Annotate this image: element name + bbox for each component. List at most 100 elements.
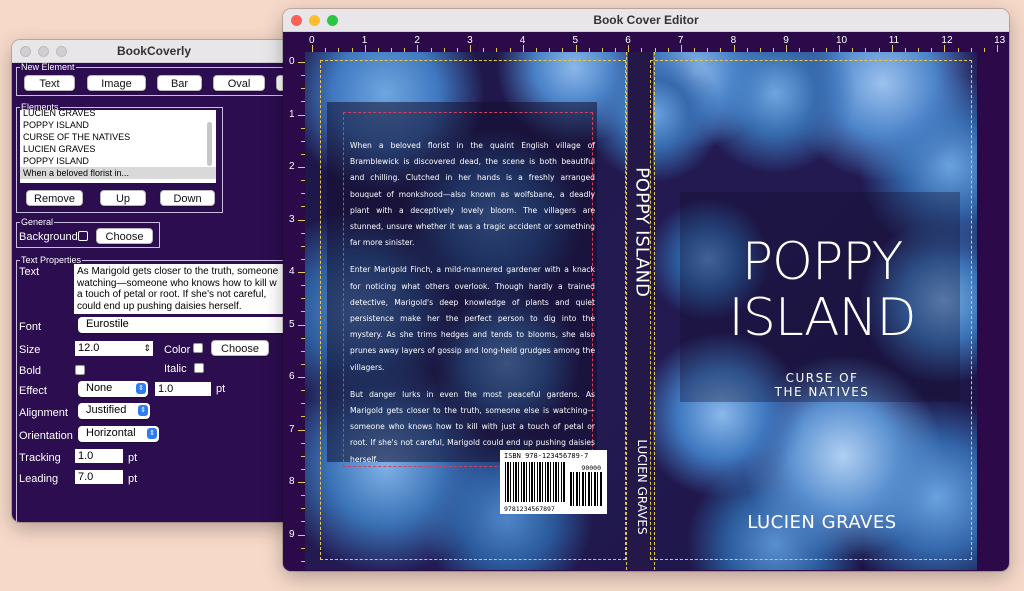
elements-scrollbar[interactable] (207, 122, 212, 166)
ruler-left: 0 1 2 3 4 5 6 7 8 9 (283, 32, 305, 571)
new-oval-button[interactable]: Oval (213, 75, 265, 91)
ruler-top-number: 11 (888, 35, 900, 46)
price-code: 90000 (581, 464, 601, 472)
new-element-legend: New Element (21, 62, 75, 72)
ruler-left-number: 7 (289, 423, 295, 435)
leading-unit: pt (128, 473, 138, 485)
text-color-swatch[interactable] (193, 343, 203, 353)
alignment-label: Alignment (19, 407, 68, 419)
front-title[interactable]: POPPY ISLAND (683, 234, 961, 346)
leading-field[interactable]: 7.0 (75, 470, 123, 484)
new-bar-button[interactable]: Bar (157, 75, 202, 91)
barcode-bars (505, 462, 565, 502)
spine-author[interactable]: LUCIEN GRAVES (627, 422, 657, 552)
front-title-line: POPPY (741, 232, 904, 292)
back-cover-blurb[interactable]: When a beloved florist in the quaint Eng… (350, 138, 595, 479)
ruler-tick (680, 45, 682, 52)
front-subtitle-line: CURSE OF (785, 371, 859, 385)
barcode-number: 9781234567897 (504, 505, 555, 513)
list-item[interactable]: CURSE OF THE NATIVES (20, 131, 216, 143)
bold-checkbox[interactable] (75, 365, 85, 375)
front-author[interactable]: LUCIEN GRAVES (683, 512, 961, 533)
panel-title: BookCoverly (116, 44, 192, 58)
effect-unit: pt (216, 383, 226, 395)
ruler-tick (298, 219, 305, 221)
ruler-left-number: 0 (289, 56, 295, 67)
list-item[interactable]: LUCIEN GRAVES (20, 143, 216, 155)
front-subtitle[interactable]: CURSE OF THE NATIVES (683, 371, 961, 399)
text-properties-legend: Text Properties (21, 255, 82, 265)
new-text-button[interactable]: Text (24, 75, 75, 91)
size-stepper-icon[interactable]: ⇕ (143, 341, 151, 355)
ruler-left-number: 6 (289, 371, 295, 382)
ruler-tick (628, 45, 630, 52)
text-color-choose-button[interactable]: Choose (211, 340, 269, 356)
text-line: a touch of petal or root. If she's not c… (77, 289, 267, 300)
ruler-tick (997, 45, 999, 52)
size-field[interactable]: 12.0 ⇕ (75, 341, 153, 356)
ruler-left-number: 4 (289, 266, 295, 277)
list-item[interactable]: POPPY ISLAND (20, 119, 216, 131)
isbn-text: ISBN 978-123456789-7 (504, 452, 589, 460)
spine-author-text: LUCIEN GRAVES (635, 439, 649, 535)
text-line: could end up pushing daisies herself. (77, 300, 242, 312)
text-content-area[interactable]: As Marigold gets closer to the truth, so… (74, 264, 292, 314)
font-select[interactable]: Eurostile (78, 317, 292, 333)
ruler-tick (298, 482, 305, 483)
move-up-button[interactable]: Up (100, 190, 146, 206)
remove-button[interactable]: Remove (26, 190, 83, 206)
ruler-tick (298, 272, 305, 273)
chevron-updown-icon: ⇕ (136, 383, 146, 394)
ruler-left-number: 9 (289, 528, 295, 540)
list-item[interactable]: POPPY ISLAND (20, 155, 216, 167)
spine-title[interactable]: POPPY ISLAND (627, 132, 657, 332)
book-cover-editor-window: Book Cover Editor 0 1 2 3 4 5 6 7 8 9 10 11 12 13 012… (283, 9, 1009, 571)
size-label: Size (19, 344, 41, 356)
ruler-tick (298, 167, 305, 168)
ruler-tick (786, 45, 788, 52)
tracking-field[interactable]: 1.0 (75, 449, 123, 463)
ruler-left-number: 3 (289, 213, 295, 225)
bookcoverly-window: BookCoverly New Element Text Image Bar O… (12, 40, 296, 522)
cover-canvas[interactable]: 0 1 2 3 4 5 6 7 8 9 10 11 12 13 0123456789 When a bel… (283, 32, 1009, 571)
background-choose-button[interactable]: Choose (96, 228, 153, 244)
orientation-select[interactable]: Horizontal ⇕ (78, 426, 159, 442)
effect-label: Effect (19, 385, 47, 397)
text-line: As Marigold gets closer to the truth, so… (77, 266, 279, 277)
background-label: Background: (19, 231, 81, 243)
price-barcode-bars (570, 472, 602, 506)
chevron-updown-icon: ⇕ (138, 405, 148, 416)
ruler-tick (983, 48, 985, 52)
ruler-tick (298, 324, 305, 326)
orientation-label: Orientation (19, 430, 73, 442)
blurb-paragraph: Enter Marigold Finch, a mild-mannered ga… (350, 265, 595, 372)
move-down-button[interactable]: Down (160, 190, 215, 206)
ruler-left-number: 8 (289, 476, 295, 487)
alignment-value: Justified (86, 404, 127, 416)
effect-select[interactable]: None ⇕ (78, 381, 148, 397)
ruler-tick (839, 45, 840, 52)
front-title-line: ISLAND (728, 288, 916, 348)
alignment-select[interactable]: Justified ⇕ (78, 403, 150, 419)
cover-artwork[interactable]: When a beloved florist in the quaint Eng… (305, 52, 977, 570)
ruler-top-number: 13 (994, 35, 1006, 46)
ruler-tick (944, 45, 946, 52)
ruler-tick (470, 45, 472, 52)
editor-titlebar: Book Cover Editor (283, 9, 1009, 32)
ruler-top-number: 10 (836, 35, 848, 46)
chevron-updown-icon: ⇕ (147, 428, 157, 439)
elements-list[interactable]: LUCIEN GRAVES POPPY ISLAND CURSE OF THE … (20, 110, 216, 183)
effect-amount-field[interactable]: 1.0 (155, 382, 211, 396)
blurb-paragraph: When a beloved florist in the quaint Eng… (350, 141, 595, 248)
background-color-swatch[interactable] (78, 231, 88, 241)
list-item[interactable]: LUCIEN GRAVES (20, 110, 216, 119)
new-image-button[interactable]: Image (87, 75, 146, 91)
isbn-barcode[interactable]: ISBN 978-123456789-7 90000 9781234567897 (500, 450, 607, 514)
ruler-tick (298, 429, 305, 431)
spine-title-text: POPPY ISLAND (631, 167, 653, 297)
ruler-top: 0 1 2 3 4 5 6 7 8 9 10 11 12 13 (283, 32, 1009, 52)
italic-label: Italic (164, 363, 187, 375)
list-item-selected[interactable]: When a beloved florist in... (20, 167, 216, 179)
italic-checkbox[interactable] (194, 363, 204, 373)
ruler-tick (298, 62, 305, 63)
